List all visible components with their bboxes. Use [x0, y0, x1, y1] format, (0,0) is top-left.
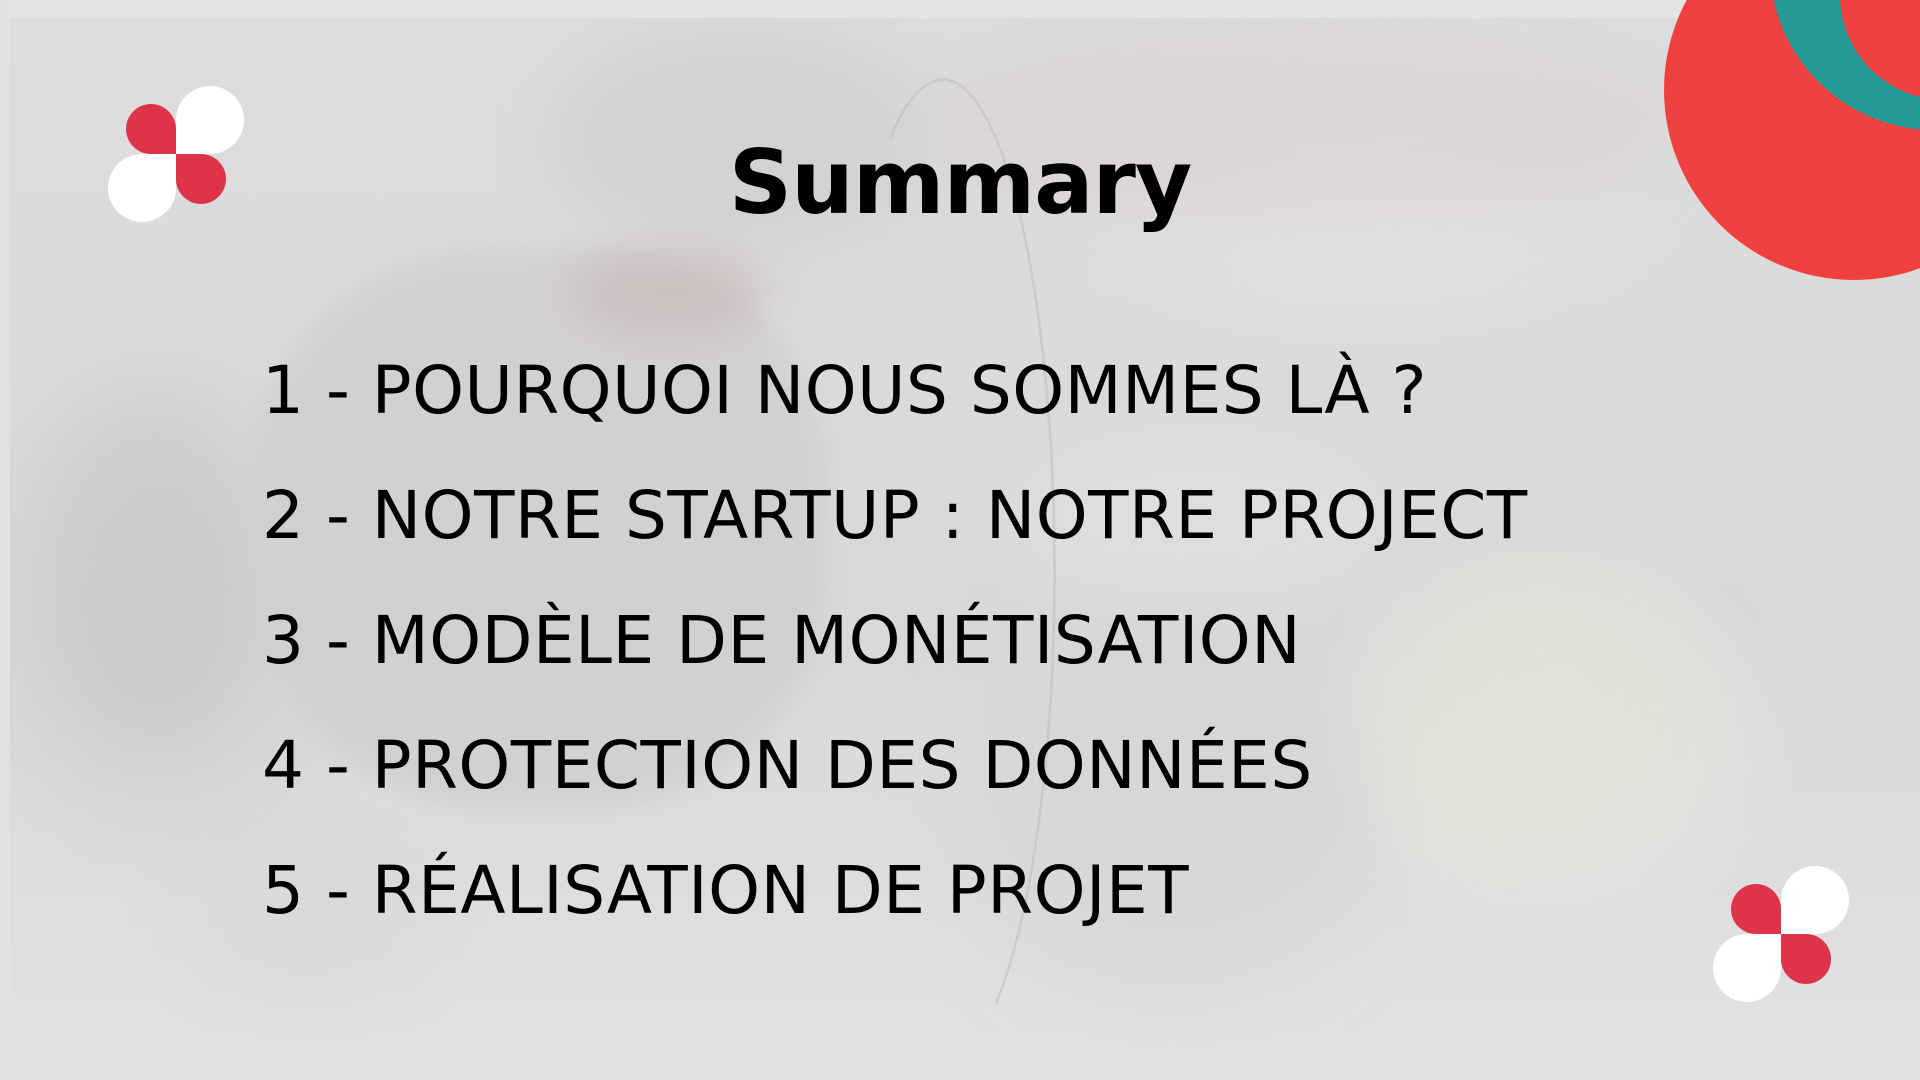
page-title: Summary: [728, 131, 1193, 234]
summary-item-2: 2 - NOTRE STARTUP : NOTRE PROJECT: [262, 477, 1528, 554]
top-border: [0, 0, 1920, 18]
summary-item-5: 5 - RÉALISATION DE PROJET: [262, 852, 1190, 929]
summary-list: 1 - POURQUOI NOUS SOMMES LÀ ? 2 - NOTRE …: [262, 348, 1528, 973]
four-petal-logo-icon: [1713, 866, 1849, 1002]
summary-item-3: 3 - MODÈLE DE MONÉTISATION: [262, 602, 1302, 679]
summary-item-4: 4 - PROTECTION DES DONNÉES: [262, 727, 1313, 804]
summary-item-1: 1 - POURQUOI NOUS SOMMES LÀ ?: [262, 352, 1428, 429]
slide: Summary 1 - POURQUOI NOUS SOMMES LÀ ? 2 …: [0, 0, 1920, 1080]
